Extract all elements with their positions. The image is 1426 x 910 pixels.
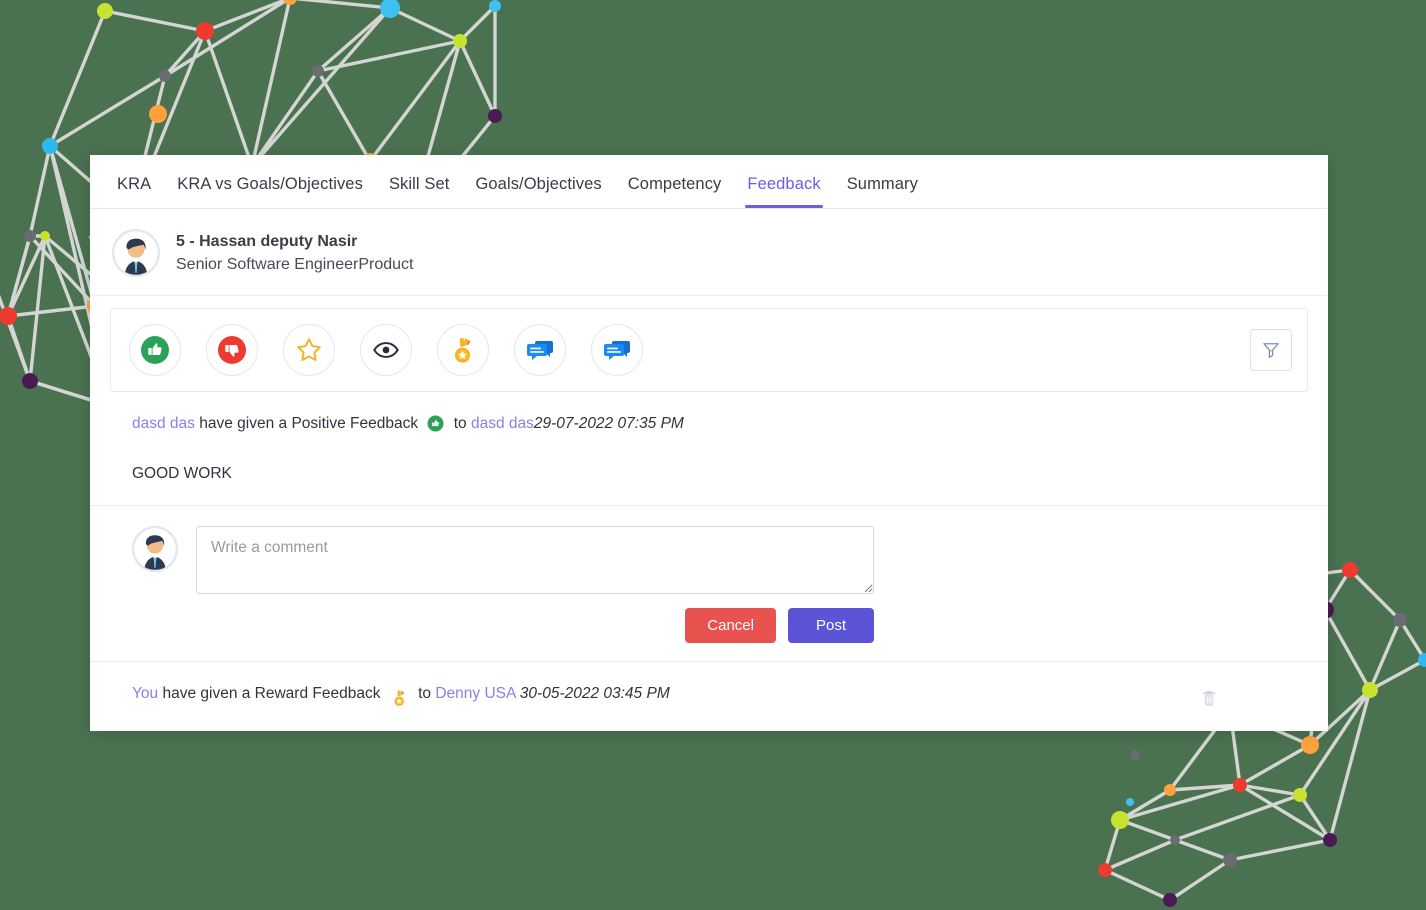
tab-bar: KRA KRA vs Goals/Objectives Skill Set Go… bbox=[90, 155, 1328, 209]
avatar bbox=[132, 526, 178, 573]
feedback-to-label: to bbox=[453, 415, 467, 432]
trash-icon bbox=[1203, 691, 1215, 707]
feedback-body: GOOD WORK bbox=[132, 465, 232, 483]
comment-input[interactable] bbox=[196, 526, 874, 595]
feedback-recipient[interactable]: Denny USA bbox=[435, 685, 515, 702]
tab-feedback[interactable]: Feedback bbox=[734, 175, 833, 208]
post-button[interactable]: Post bbox=[787, 608, 874, 644]
star-feedback-button[interactable] bbox=[283, 324, 335, 376]
feedback-action-text: have given a Reward Feedback bbox=[162, 685, 381, 703]
reward-feedback-button[interactable] bbox=[437, 324, 489, 376]
feedback-entry-line: You have given a Reward Feedback to Denn… bbox=[132, 682, 1306, 709]
comment-icon bbox=[527, 341, 553, 360]
feedback-entry-line: dasd das have given a Positive Feedback … bbox=[132, 412, 1306, 439]
feedback-entry: You have given a Reward Feedback to Denn… bbox=[90, 662, 1328, 731]
filter-button[interactable] bbox=[1250, 329, 1292, 371]
thumbs-up-circle-icon bbox=[427, 415, 444, 439]
reaction-toolbar bbox=[110, 308, 1308, 392]
negative-feedback-button[interactable] bbox=[206, 324, 258, 376]
tab-goals-objectives[interactable]: Goals/Objectives bbox=[462, 175, 614, 208]
feedback-timestamp: 30-05-2022 03:45 PM bbox=[519, 685, 670, 703]
feedback-recipient[interactable]: dasd das bbox=[471, 415, 534, 432]
tab-skill-set[interactable]: Skill Set bbox=[376, 175, 463, 208]
reaction-toolbar-wrapper bbox=[90, 296, 1328, 392]
comment-composer: Cancel Post bbox=[90, 506, 1328, 663]
profile-header: 5 - Hassan deputy Nasir Senior Software … bbox=[90, 209, 1328, 296]
profile-role: Senior Software EngineerProduct bbox=[176, 256, 414, 273]
medal-icon bbox=[390, 686, 409, 709]
feedback-author[interactable]: dasd das bbox=[132, 415, 195, 432]
feedback-timestamp: 29-07-2022 07:35 PM bbox=[533, 415, 684, 432]
user-avatar-male-icon bbox=[133, 527, 177, 572]
composer-actions: Cancel Post bbox=[132, 608, 874, 644]
star-icon bbox=[297, 338, 321, 362]
tab-competency[interactable]: Competency bbox=[615, 175, 735, 208]
thumbs-up-icon bbox=[141, 336, 169, 364]
delete-feedback-button[interactable] bbox=[1200, 688, 1218, 713]
feedback-action-text: have given a Positive Feedback bbox=[199, 415, 419, 432]
feedback-to-label: to bbox=[418, 685, 432, 703]
observation-feedback-button[interactable] bbox=[360, 324, 412, 376]
tab-summary[interactable]: Summary bbox=[834, 175, 931, 208]
medal-icon bbox=[455, 338, 471, 363]
filter-funnel-icon bbox=[1263, 343, 1279, 358]
tab-kra[interactable]: KRA bbox=[104, 175, 164, 208]
profile-name: 5 - Hassan deputy Nasir bbox=[176, 232, 358, 250]
eye-icon bbox=[373, 342, 399, 358]
feedback-author[interactable]: You bbox=[132, 685, 158, 702]
positive-feedback-button[interactable] bbox=[129, 324, 181, 376]
user-avatar-male-icon bbox=[113, 230, 159, 276]
cancel-button[interactable]: Cancel bbox=[685, 608, 776, 644]
feedback-panel-card: KRA KRA vs Goals/Objectives Skill Set Go… bbox=[90, 155, 1328, 731]
thumbs-down-icon bbox=[218, 336, 246, 364]
comment-feedback-button[interactable] bbox=[514, 324, 566, 376]
feedback-entry: dasd das have given a Positive Feedback … bbox=[90, 392, 1328, 507]
note-feedback-button[interactable] bbox=[591, 324, 643, 376]
avatar bbox=[112, 229, 160, 277]
comment-alt-icon bbox=[604, 341, 630, 360]
tab-kra-vs-goals-objectives[interactable]: KRA vs Goals/Objectives bbox=[164, 175, 376, 208]
